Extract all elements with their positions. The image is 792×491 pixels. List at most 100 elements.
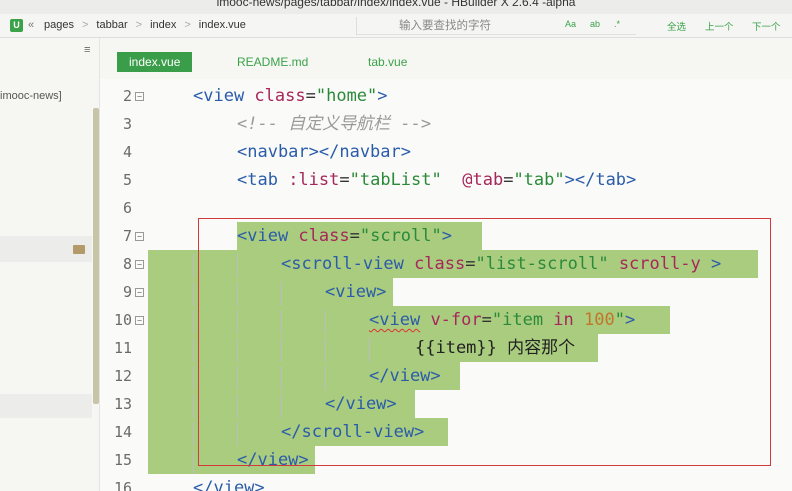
code-line[interactable]: 6 [100,194,792,222]
code-text: <scroll-view class="list-scroll" scroll-… [281,250,721,278]
indent-guide [325,310,326,334]
code-text: <view> [325,278,386,306]
indent-guide [237,338,238,362]
tab-tab-vue[interactable]: tab.vue [368,52,407,72]
code-line[interactable]: 5 <tab :list="tabList" @tab="tab"></tab> [100,166,792,194]
code-line[interactable]: 7− <view class="scroll"> [100,222,792,250]
indent-guide [193,366,194,390]
indent-guide [325,338,326,362]
code-line[interactable]: 8− <scroll-view class="list-scroll" scrol… [100,250,792,278]
code-line[interactable]: 3 <!-- 自定义导航栏 --> [100,110,792,138]
code-token: {{item}} 内容那个 [415,338,576,358]
code-line[interactable]: 16 </view> [100,474,792,491]
breadcrumb-item[interactable]: index [150,19,176,31]
code-token: = [503,170,514,190]
breadcrumb-item[interactable]: pages [44,19,74,31]
code-token: scroll-y [618,254,701,274]
line-number: 11 [113,339,132,357]
line-number: 5 [122,171,132,189]
fold-toggle-icon[interactable]: − [135,316,144,325]
code-line[interactable]: 15 </view> [100,446,792,474]
code-line[interactable]: 4 <navbar></navbar> [100,138,792,166]
line-number: 8 [122,255,132,273]
breadcrumb-item[interactable]: index.vue [199,19,246,31]
indent-guide [369,338,370,362]
tab-index-vue[interactable]: index.vue [117,52,193,72]
code-token: <view> [325,282,387,302]
code-text: </view> [369,362,441,390]
code-text: <!-- 自定义导航栏 --> [237,110,431,138]
code-token: :list [288,170,340,190]
code-token: <!-- 自定义导航栏 --> [237,114,432,134]
find-next-button[interactable]: 下一个 [752,19,781,33]
code-line[interactable]: 2− <view class="home"> [100,82,792,110]
indent-guide [281,310,282,334]
menu-icon[interactable]: ≡ [84,44,90,56]
code-line[interactable]: 13 </view> [100,390,792,418]
code-text: <view class="scroll"> [237,222,452,250]
code-text: </view> [193,474,265,491]
code-token: v-for [430,310,482,330]
fold-toggle-icon[interactable]: − [135,92,144,101]
indent-guide [237,366,238,390]
project-name[interactable]: imooc-news] [0,90,62,102]
back-nav-icon[interactable]: « [28,19,34,31]
code-token: <scroll-view [281,254,415,274]
editor-tabs: index.vue README.md tab.vue [100,38,792,79]
code-line[interactable]: 14 </scroll-view> [100,418,792,446]
indent-guide [193,422,194,446]
match-case-toggle[interactable]: Aa [565,19,576,29]
code-token: "tabList" [349,170,442,190]
tab-readme-md[interactable]: README.md [237,52,308,72]
code-line[interactable]: 9− <view> [100,278,792,306]
code-token: </scroll-view> [281,422,425,442]
code-line[interactable]: 10− <view v-for="item in 100"> [100,306,792,334]
code-token: 100 [584,310,615,330]
code-editor[interactable]: 2− <view class="home"> 3 <!-- 自定义导航栏 --> 4 <n… [100,79,792,491]
select-all-button[interactable]: 全选 [667,19,686,33]
regex-toggle[interactable]: .* [614,19,620,29]
code-token: "list-scroll" [475,254,609,274]
code-token: </view> [325,394,397,414]
indent-guide [237,394,238,418]
sidebar-scrollbar[interactable] [93,108,99,404]
code-token: > [710,254,722,274]
whole-word-toggle[interactable]: ab [590,19,600,29]
toolbar: U « pages > tabbar > index > index.vue A… [0,14,792,38]
code-text: </view> [325,390,397,418]
code-token: " [614,310,625,330]
line-number: 16 [113,479,132,491]
indent-guide [193,338,194,362]
code-token: @tab [462,170,504,190]
line-number: 4 [122,143,132,161]
app-logo-icon[interactable]: U [10,19,23,32]
chevron-right-icon: > [135,19,143,31]
breadcrumb-item[interactable]: tabbar [96,19,127,31]
line-number: 10 [113,311,132,329]
code-token: <view [237,226,299,246]
code-token: <navbar></navbar> [237,142,411,162]
indent-guide [237,310,238,334]
code-token: <view [369,310,421,330]
code-token: > [625,310,636,330]
find-prev-button[interactable]: 上一个 [705,19,734,33]
line-number: 2 [122,87,132,105]
chevron-right-icon: > [184,19,191,31]
code-token: = [481,310,492,330]
chevron-right-icon: > [81,19,89,31]
fold-toggle-icon[interactable]: − [135,260,144,269]
tree-row[interactable] [0,394,92,418]
code-text: <view class="home"> [193,82,388,110]
code-token: "tab" [513,170,565,190]
code-line[interactable]: 12 </view> [100,362,792,390]
code-token: ></tab> [564,170,637,190]
indent-guide [193,282,194,306]
fold-toggle-icon[interactable]: − [135,288,144,297]
code-token: = [349,226,360,246]
breadcrumb: pages > tabbar > index > index.vue [44,19,246,31]
fold-toggle-icon[interactable]: − [135,232,144,241]
code-line[interactable]: 11 {{item}} 内容那个 [100,334,792,362]
